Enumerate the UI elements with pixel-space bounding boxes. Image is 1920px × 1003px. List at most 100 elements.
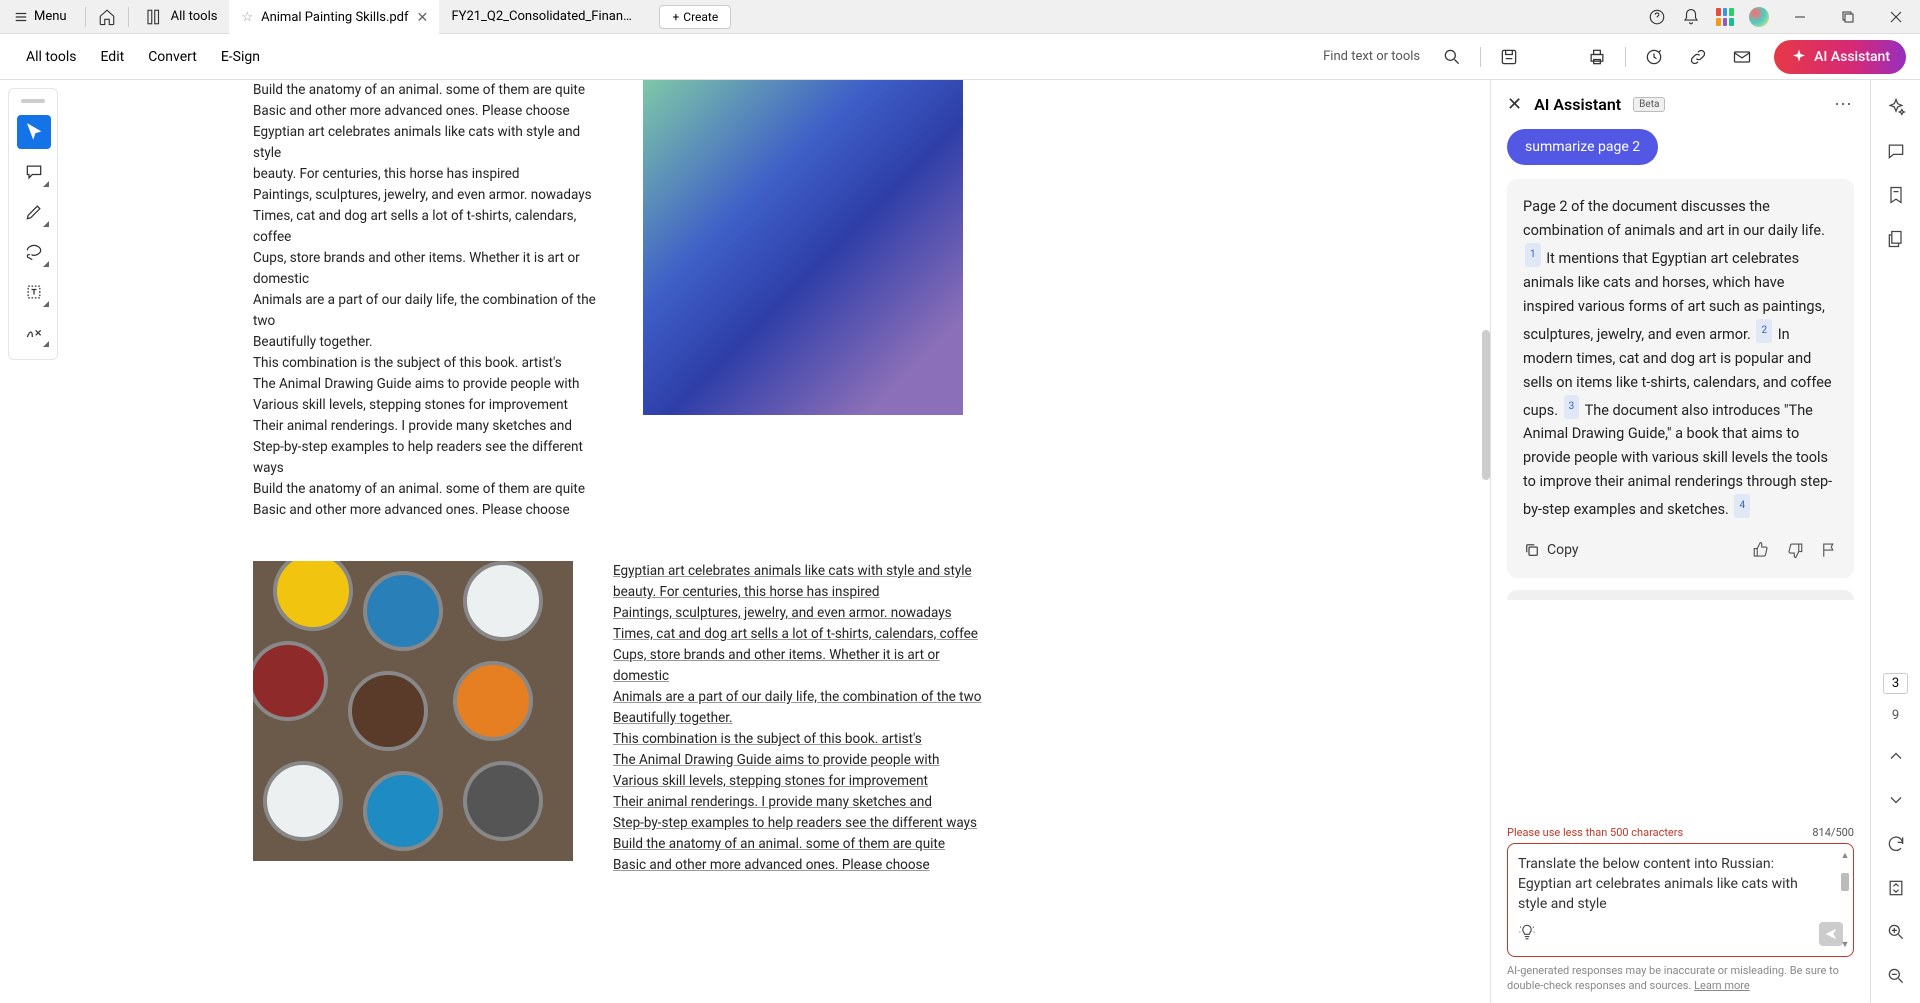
search-button[interactable] — [1432, 37, 1472, 77]
email-icon — [1732, 47, 1752, 67]
page-up-button[interactable] — [1879, 739, 1913, 773]
search-hint: Find text or tools — [1323, 49, 1420, 64]
document-viewport[interactable]: Build the anatomy of an animal. some of … — [58, 80, 1490, 1003]
ai-conversation[interactable]: summarize page 2 Page 2 of the document … — [1491, 129, 1870, 818]
document-scrollbar[interactable] — [1482, 330, 1490, 480]
profile-button[interactable] — [1742, 0, 1776, 34]
minimize-icon — [1794, 11, 1806, 23]
ai-sparkle-button[interactable] — [1879, 90, 1913, 124]
comment-icon — [24, 162, 44, 182]
thumbs-down-icon[interactable] — [1786, 541, 1804, 559]
citation-badge[interactable]: 4 — [1734, 494, 1750, 518]
zoom-in-button[interactable] — [1879, 915, 1913, 949]
close-icon[interactable]: ✕ — [417, 11, 429, 25]
zoom-out-icon — [1886, 966, 1906, 986]
signature-icon — [24, 322, 44, 342]
maximize-button[interactable] — [1824, 0, 1872, 34]
copy-icon — [1523, 541, 1541, 559]
right-rail: 3 9 — [1870, 80, 1920, 1003]
drag-handle[interactable] — [21, 99, 45, 103]
ai-more-button[interactable]: ⋯ — [1834, 94, 1854, 115]
ai-assistant-panel: ✕ AI Assistant Beta ⋯ summarize page 2 P… — [1490, 80, 1870, 1003]
toolbar-all-tools[interactable]: All tools — [14, 49, 88, 65]
paint-buckets-image — [253, 561, 573, 861]
sign-tool[interactable] — [17, 315, 51, 349]
ai-assistant-button[interactable]: AI Assistant — [1774, 40, 1906, 74]
tab-label: Animal Painting Skills.pdf — [261, 10, 408, 25]
all-tools-button[interactable]: All tools — [133, 0, 230, 34]
select-tool[interactable] — [17, 115, 51, 149]
cloud-upload-icon — [1543, 47, 1563, 67]
upload-button[interactable] — [1533, 37, 1573, 77]
page-down-button[interactable] — [1879, 783, 1913, 817]
save-button[interactable] — [1489, 37, 1529, 77]
menu-button[interactable]: Menu — [0, 0, 81, 33]
notifications-button[interactable] — [1674, 0, 1708, 34]
zoom-in-icon — [1886, 922, 1906, 942]
sparkle-icon — [1886, 97, 1906, 117]
ai-close-button[interactable]: ✕ — [1507, 94, 1522, 115]
toolbar-esign[interactable]: E-Sign — [209, 49, 272, 65]
learn-more-link[interactable]: Learn more — [1694, 979, 1750, 992]
close-window-button[interactable] — [1872, 0, 1920, 34]
citation-badge[interactable]: 3 — [1564, 395, 1580, 419]
help-icon — [1648, 8, 1666, 26]
home-icon — [98, 8, 116, 26]
print-button[interactable] — [1577, 37, 1617, 77]
maximize-icon — [1842, 11, 1854, 23]
highlight-tool[interactable] — [17, 195, 51, 229]
input-scrollbar[interactable]: ▲ ▼ — [1839, 850, 1851, 950]
next-message-peek — [1507, 590, 1854, 600]
rotate-button[interactable] — [1879, 827, 1913, 861]
page-number-input[interactable]: 3 — [1883, 673, 1908, 694]
thumbs-up-icon[interactable] — [1752, 541, 1770, 559]
divider — [128, 7, 129, 27]
char-count: 814/500 — [1812, 826, 1854, 839]
minimize-button[interactable] — [1776, 0, 1824, 34]
home-button[interactable] — [90, 0, 124, 34]
user-message-chip[interactable]: summarize page 2 — [1507, 129, 1658, 165]
pdf-page: Build the anatomy of an animal. some of … — [223, 80, 1015, 1003]
chat-icon — [1886, 141, 1906, 161]
left-tools-rail — [8, 88, 58, 360]
citation-badge[interactable]: 2 — [1756, 319, 1772, 343]
divider — [1480, 47, 1481, 67]
avatar-icon — [1749, 7, 1769, 27]
main-toolbar: All tools Edit Convert E-Sign Find text … — [0, 34, 1920, 80]
pages-button[interactable] — [1879, 222, 1913, 256]
ai-panel-title: AI Assistant — [1534, 95, 1621, 114]
plus-icon: + — [672, 10, 679, 24]
zoom-out-button[interactable] — [1879, 959, 1913, 993]
link-button[interactable] — [1678, 37, 1718, 77]
ai-assistant-label: AI Assistant — [1814, 49, 1890, 65]
ai-panel-header: ✕ AI Assistant Beta ⋯ — [1491, 80, 1870, 129]
text-tool[interactable] — [17, 275, 51, 309]
citation-badge[interactable]: 1 — [1525, 243, 1541, 267]
lasso-icon — [24, 242, 44, 262]
toolbar-convert[interactable]: Convert — [136, 49, 209, 65]
apps-icon — [1716, 8, 1734, 26]
chat-button[interactable] — [1879, 134, 1913, 168]
suggestions-button[interactable] — [1518, 923, 1536, 945]
apps-button[interactable] — [1708, 0, 1742, 34]
ai-response: Page 2 of the document discusses the com… — [1507, 179, 1854, 578]
comment-tool[interactable] — [17, 155, 51, 189]
ai-input-box[interactable]: Translate the below content into Russian… — [1507, 843, 1854, 957]
star-icon[interactable]: ☆ — [241, 10, 253, 25]
fit-page-button[interactable] — [1879, 871, 1913, 905]
toolbar-edit[interactable]: Edit — [88, 49, 136, 65]
copy-button[interactable]: Copy — [1523, 538, 1579, 562]
flag-icon[interactable] — [1820, 541, 1838, 559]
cursor-icon — [24, 122, 44, 142]
email-button[interactable] — [1722, 37, 1762, 77]
link-icon — [1688, 47, 1708, 67]
ai-input-text[interactable]: Translate the below content into Russian… — [1518, 854, 1843, 914]
tab-inactive[interactable]: FY21_Q2_Consolidated_Financi... — [439, 0, 649, 34]
tab-active[interactable]: ☆ Animal Painting Skills.pdf ✕ — [229, 0, 439, 34]
draw-tool[interactable] — [17, 235, 51, 269]
help-button[interactable] — [1640, 0, 1674, 34]
bookmark-button[interactable] — [1879, 178, 1913, 212]
char-warning: Please use less than 500 characters — [1507, 826, 1683, 839]
share-button[interactable] — [1634, 37, 1674, 77]
create-button[interactable]: + Create — [659, 5, 731, 29]
